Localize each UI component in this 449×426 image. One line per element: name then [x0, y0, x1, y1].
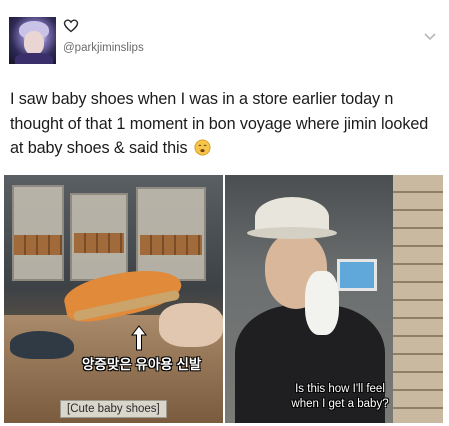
chevron-down-icon[interactable]: [423, 32, 437, 42]
store-shelf: [136, 187, 206, 281]
hand: [159, 303, 223, 347]
store-shelf: [12, 185, 64, 281]
tweet-body: I saw baby shoes when I was in a store e…: [10, 90, 429, 157]
korean-caption: 앙증맞은 유아용 신발: [82, 357, 202, 372]
user-handle[interactable]: @parkjiminslips: [63, 42, 144, 54]
shoe-boxes: [14, 235, 62, 255]
cap-brim: [247, 227, 337, 239]
up-arrow-icon: [130, 325, 148, 351]
dark-baby-shoe: [10, 331, 74, 359]
media-image-right[interactable]: Is this how I'll feel when I get a baby?: [225, 175, 443, 423]
subtitle-label: [Cute baby shoes]: [60, 400, 167, 418]
tweet-header: @parkjiminslips: [0, 0, 449, 74]
crying-face-icon: [194, 139, 211, 156]
english-caption: Is this how I'll feel when I get a baby?: [255, 382, 425, 412]
white-baby-shoe: [305, 271, 339, 335]
avatar[interactable]: [9, 17, 56, 64]
avatar-face: [24, 31, 44, 55]
monitor-screen: [337, 259, 377, 291]
heart-icon[interactable]: [63, 18, 79, 34]
shoe-boxes: [140, 235, 202, 255]
avatar-shirt: [15, 53, 53, 64]
caption-line-1: Is this how I'll feel: [295, 383, 385, 395]
tweet-text: I saw baby shoes when I was in a store e…: [10, 87, 440, 161]
media-image-left[interactable]: 앙증맞은 유아용 신발 [Cute baby shoes]: [4, 175, 223, 423]
shoe-boxes: [74, 233, 124, 253]
caption-line-2: when I get a baby?: [291, 398, 389, 410]
